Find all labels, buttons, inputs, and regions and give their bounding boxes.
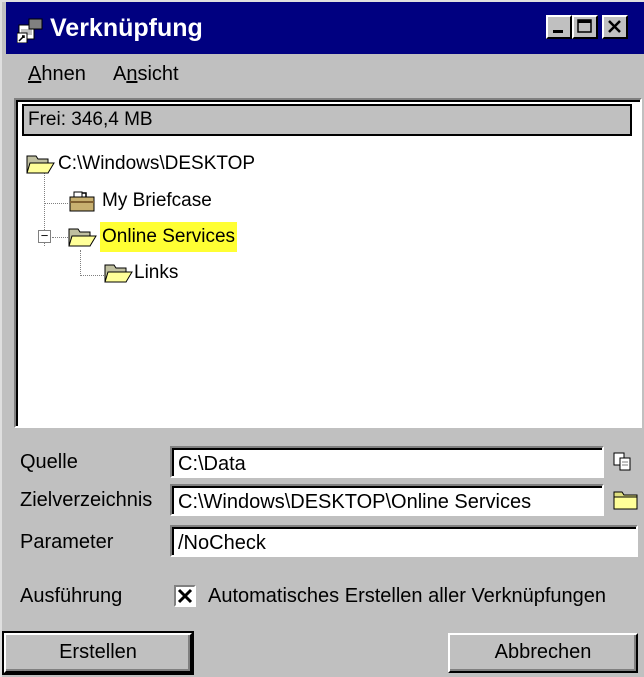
shortcut-window: Verknüpfung Ahnen Ansicht Frei: 346,4 MB [0,0,644,677]
free-space-status: Frei: 346,4 MB [22,104,632,136]
tree-node-links[interactable]: Links [104,258,224,288]
auto-create-label: Automatisches Erstellen aller Verknüpfun… [208,585,607,607]
tree-connector [80,250,81,276]
source-label: Quelle [20,451,78,473]
menu-ahnen-label: Ahnen [28,63,86,85]
params-label: Parameter [20,531,114,553]
source-input-inner: C:\Data [172,448,602,476]
tree-node-label: Links [134,262,179,283]
params-input[interactable]: /NoCheck [170,525,638,557]
menu-ansicht-label: Ansicht [113,63,179,85]
menu-ahnen[interactable]: Ahnen [28,63,86,86]
maximize-icon [577,19,592,33]
target-label: Zielverzeichnis [20,489,153,511]
open-folder-icon [26,155,55,174]
create-button[interactable]: Erstellen [4,633,192,673]
params-input-inner: /NoCheck [172,527,636,555]
copy-icon[interactable] [612,451,638,473]
title-bar[interactable]: Verknüpfung [6,2,644,54]
tree-connector [80,275,104,276]
tree-connector [52,237,68,238]
folder-tree-inner: Frei: 346,4 MB C:\Windows\DESKTOP My Bri… [16,100,640,426]
open-folder-icon [68,228,97,247]
create-button-label: Erstellen [59,641,137,663]
auto-create-checkbox[interactable] [174,585,196,607]
cancel-button-label: Abbrechen [494,641,592,663]
minimize-icon [553,30,563,33]
folder-icon[interactable] [612,488,640,512]
target-input[interactable]: C:\Windows\DESKTOP\Online Services [170,484,604,516]
tree-node-label: My Briefcase [102,190,212,211]
checkmark-x-icon [177,588,193,604]
tree-node-online-services[interactable]: Online Services [68,222,288,252]
close-icon [608,20,621,33]
window-title: Verknüpfung [50,14,203,42]
menu-ansicht[interactable]: Ansicht [113,63,179,86]
target-input-value: C:\Windows\DESKTOP\Online Services [178,491,532,513]
minimize-button[interactable] [546,15,572,39]
source-input[interactable]: C:\Data [170,446,604,478]
maximize-button[interactable] [572,15,598,39]
target-input-inner: C:\Windows\DESKTOP\Online Services [172,486,602,514]
folder-tree-panel[interactable]: Frei: 346,4 MB C:\Windows\DESKTOP My Bri… [14,98,642,428]
shortcut-app-icon [17,18,43,43]
tree-node-briefcase[interactable]: My Briefcase [68,186,268,216]
execution-label: Ausführung [20,585,123,607]
tree-node-label: Online Services [100,222,238,252]
close-button[interactable] [602,15,628,39]
params-input-value: /NoCheck [178,532,266,554]
cancel-button[interactable]: Abbrechen [448,633,638,673]
menu-bar: Ahnen Ansicht [6,54,644,94]
tree-node-desktop[interactable]: C:\Windows\DESKTOP [26,149,326,179]
open-folder-icon [104,264,133,283]
tree-connector [44,203,68,204]
tree-node-label: C:\Windows\DESKTOP [58,153,256,174]
source-input-value: C:\Data [178,453,246,475]
collapse-expander[interactable]: − [38,229,51,243]
briefcase-icon [69,191,95,212]
